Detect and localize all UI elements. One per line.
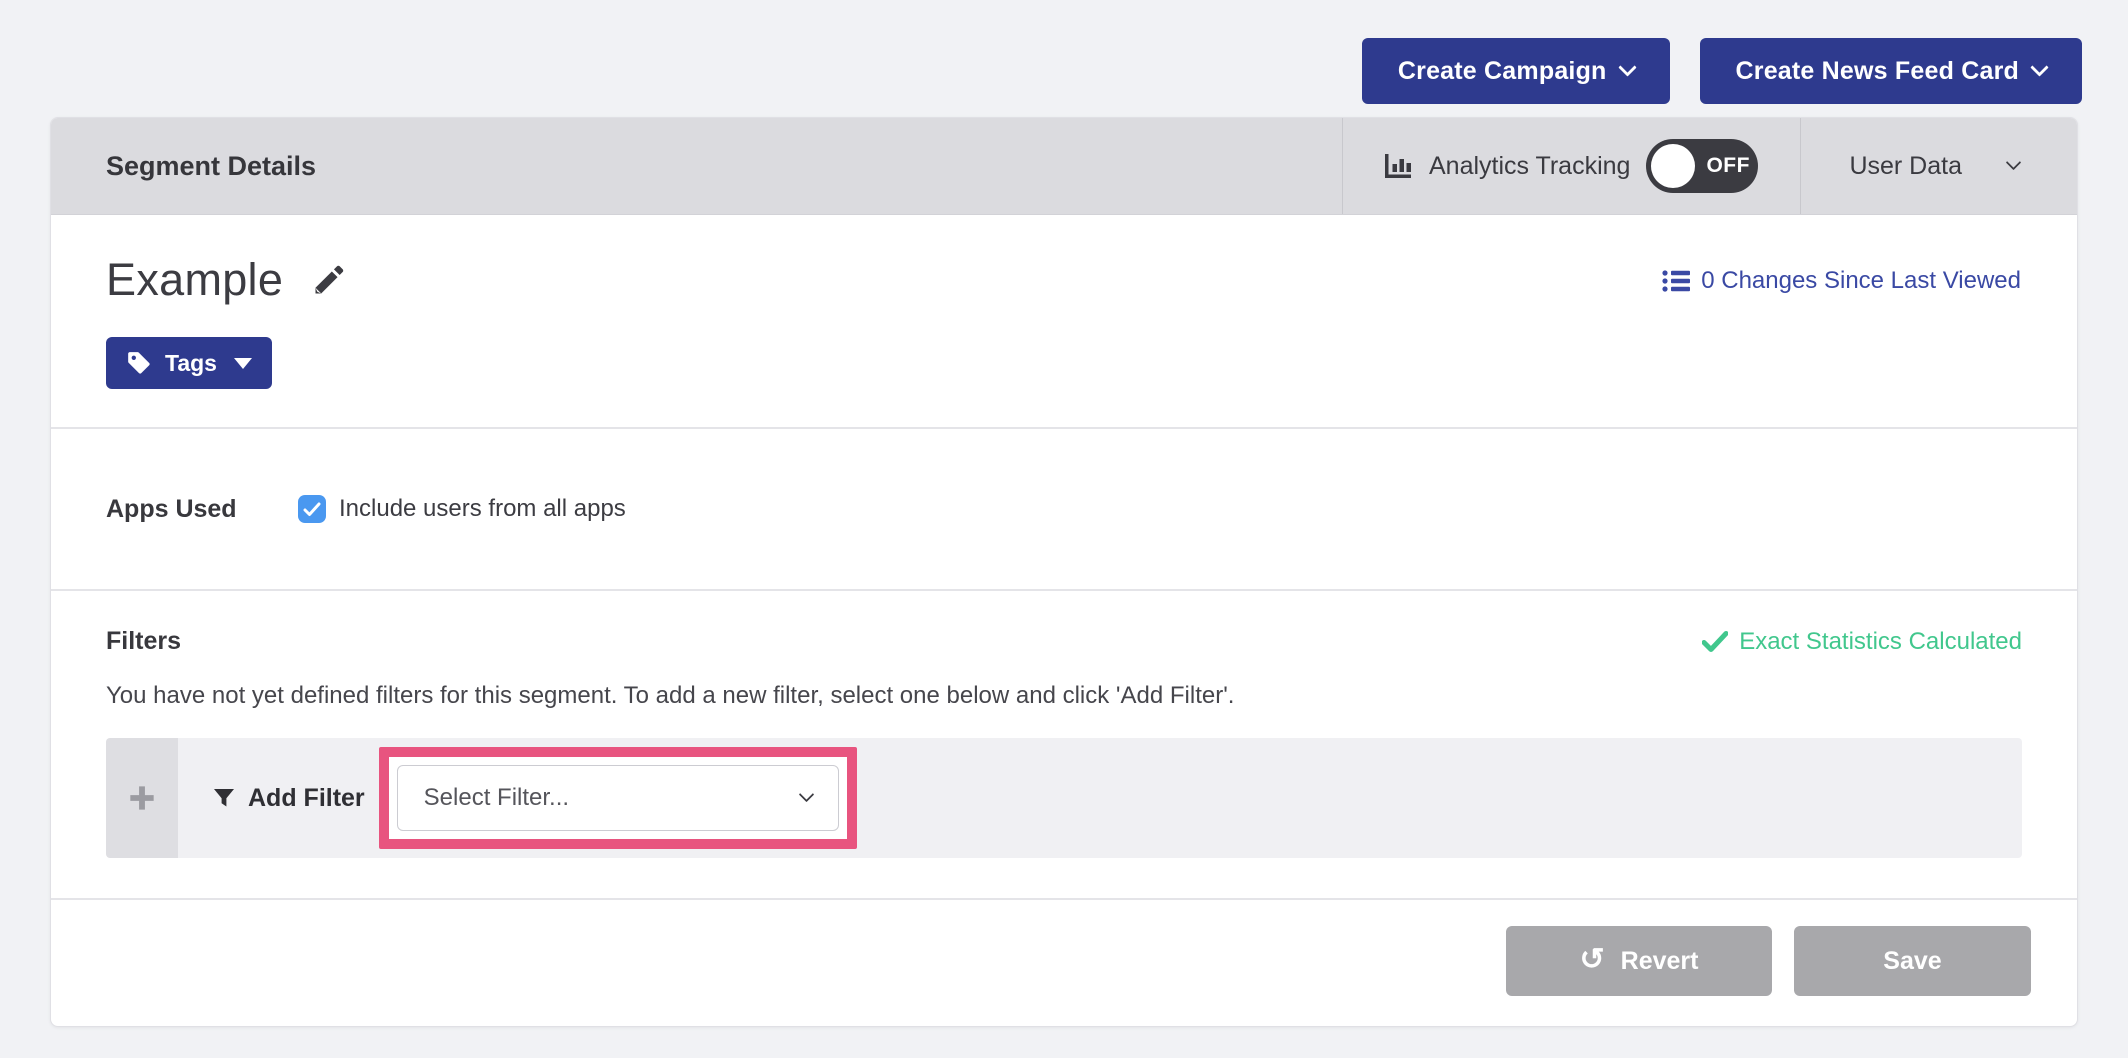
select-filter-placeholder: Select Filter... xyxy=(424,784,569,812)
analytics-tracking-label: Analytics Tracking xyxy=(1429,152,1630,181)
caret-down-icon xyxy=(234,358,252,369)
tags-button[interactable]: Tags xyxy=(106,337,272,389)
select-filter-highlight-box: Select Filter... xyxy=(379,747,857,849)
analytics-tracking-control: Analytics Tracking OFF xyxy=(1342,118,1800,214)
changes-link-label: 0 Changes Since Last Viewed xyxy=(1701,267,2021,295)
apps-used-section: Apps Used Include users from all apps xyxy=(51,429,2077,589)
chevron-down-icon xyxy=(1618,58,1636,76)
revert-button[interactable]: ↺ Revert xyxy=(1506,926,1772,996)
list-icon xyxy=(1662,269,1690,293)
user-data-dropdown[interactable]: User Data xyxy=(1800,118,2077,214)
include-all-apps-label: Include users from all apps xyxy=(339,495,626,523)
revert-label: Revert xyxy=(1621,947,1699,976)
check-icon xyxy=(1702,631,1728,653)
page-title: Segment Details xyxy=(51,118,1342,214)
create-news-feed-label: Create News Feed Card xyxy=(1736,57,2019,86)
checkmark-icon xyxy=(303,502,321,517)
tags-button-label: Tags xyxy=(165,350,217,377)
include-all-apps-checkbox[interactable] xyxy=(298,495,326,523)
create-campaign-label: Create Campaign xyxy=(1398,57,1607,86)
changes-since-last-viewed-link[interactable]: 0 Changes Since Last Viewed xyxy=(1662,267,2021,295)
plus-icon xyxy=(128,784,156,812)
add-filter-row: Add Filter Select Filter... xyxy=(106,738,2022,858)
select-filter-dropdown[interactable]: Select Filter... xyxy=(397,765,839,831)
filter-funnel-icon xyxy=(212,786,236,810)
apps-used-label: Apps Used xyxy=(106,495,298,524)
create-campaign-button[interactable]: Create Campaign xyxy=(1362,38,1670,104)
exact-statistics-status: Exact Statistics Calculated xyxy=(1702,628,2022,656)
segment-details-panel: Segment Details Analytics Tracking OFF U… xyxy=(50,117,2078,1027)
panel-header: Segment Details Analytics Tracking OFF U… xyxy=(51,118,2077,215)
create-news-feed-card-button[interactable]: Create News Feed Card xyxy=(1700,38,2082,104)
filters-empty-state-text: You have not yet defined filters for thi… xyxy=(106,682,2022,710)
top-action-bar: Create Campaign Create News Feed Card xyxy=(0,0,2128,104)
revert-icon: ↺ xyxy=(1580,945,1605,975)
edit-name-button[interactable] xyxy=(311,262,347,298)
pencil-icon xyxy=(311,262,347,298)
add-filter-group-button[interactable] xyxy=(106,738,178,858)
save-label: Save xyxy=(1883,947,1941,976)
add-filter-row-body: Add Filter Select Filter... xyxy=(178,738,2022,858)
bar-chart-icon xyxy=(1383,151,1413,181)
toggle-knob xyxy=(1651,144,1695,188)
segment-name: Example xyxy=(106,254,283,306)
tag-icon xyxy=(126,350,152,376)
save-button[interactable]: Save xyxy=(1794,926,2031,996)
user-data-label: User Data xyxy=(1849,152,1962,181)
toggle-state-label: OFF xyxy=(1706,154,1750,178)
footer-actions: ↺ Revert Save xyxy=(51,900,2077,1026)
chevron-down-icon xyxy=(2030,58,2048,76)
filters-section: Filters Exact Statistics Calculated You … xyxy=(51,591,2077,898)
segment-title-section: Example 0 Changes xyxy=(51,215,2077,427)
screen: Create Campaign Create News Feed Card Se… xyxy=(0,0,2128,1058)
chevron-down-icon xyxy=(2006,155,2022,171)
add-filter-label: Add Filter xyxy=(248,784,365,813)
add-filter-label-group: Add Filter xyxy=(212,784,365,813)
analytics-tracking-toggle[interactable]: OFF xyxy=(1646,139,1758,193)
exact-statistics-label: Exact Statistics Calculated xyxy=(1739,628,2022,656)
filters-heading: Filters xyxy=(106,627,181,656)
chevron-down-icon xyxy=(798,787,814,803)
